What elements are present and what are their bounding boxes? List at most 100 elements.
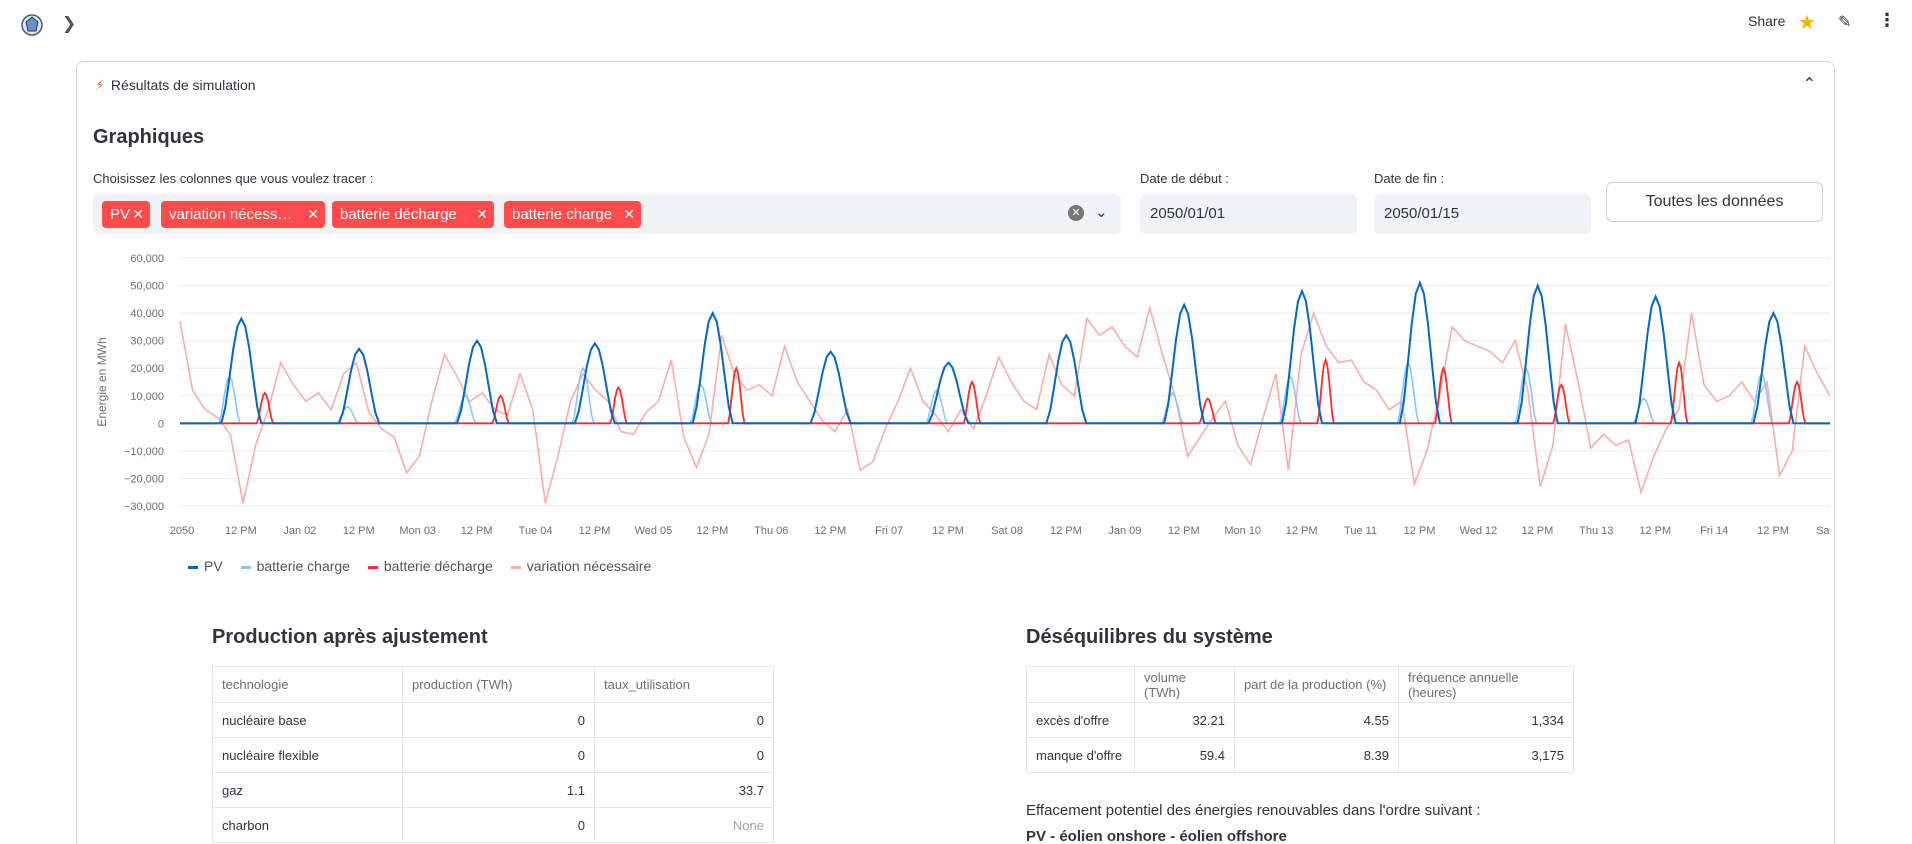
column-header[interactable]: volume (TWh) [1134, 666, 1235, 703]
x-tick-label: 12 PM [1286, 525, 1318, 537]
x-tick-label: Thu 13 [1579, 525, 1613, 537]
x-tick-label: Jan 02 [283, 525, 316, 537]
end-date-label: Date de fin : [1374, 171, 1445, 186]
expander-title: Résultats de simulation [110, 77, 256, 93]
end-date-input[interactable]: 2050/01/15 [1374, 194, 1591, 234]
x-tick-label: Jan 09 [1108, 525, 1141, 537]
x-tick-label: Wed 12 [1460, 525, 1498, 537]
star-icon[interactable]: ★ [1798, 10, 1816, 35]
remove-tag-icon[interactable]: ✕ [476, 201, 488, 228]
chevron-up-icon[interactable]: ⌃ [1803, 74, 1816, 94]
table-cell: 8.39 [1234, 737, 1399, 773]
table-cell: 59.4 [1134, 737, 1235, 773]
curtailment-note: Effacement potentiel des énergies renouv… [1026, 798, 1486, 844]
table-cell: charbon [212, 807, 403, 843]
tag-label: batterie décharge [340, 206, 457, 223]
table-cell: 4.55 [1234, 702, 1399, 738]
table-row: charbon 0 None [212, 807, 774, 843]
table-cell: nucléaire flexible [212, 737, 403, 773]
y-axis-label: Energie en MWh [95, 337, 109, 426]
table-row: nucléaire flexible 0 0 [212, 737, 774, 773]
all-data-button[interactable]: Toutes les données [1606, 182, 1823, 222]
x-tick-label: 2050 [170, 525, 194, 537]
x-tick-label: Mon 10 [1224, 525, 1261, 537]
series-line-variation [179, 304, 1830, 504]
share-button[interactable]: Share [1748, 13, 1785, 29]
legend-item-batterie-charge[interactable]: batterie charge [240, 558, 350, 574]
column-header[interactable]: technologie [212, 666, 403, 703]
x-tick-label: 12 PM [696, 525, 728, 537]
x-tick-label: 12 PM [343, 525, 375, 537]
series-line-batterie-charge [179, 360, 1830, 425]
note-text: Effacement potentiel des énergies renouv… [1026, 802, 1481, 819]
note-bold-text: PV - éolien onshore - éolien offshore [1026, 828, 1287, 844]
table-cell: manque d'offre [1026, 737, 1135, 773]
chevron-right-icon[interactable]: ❯ [62, 14, 76, 34]
app-logo-icon[interactable] [20, 13, 44, 37]
x-tick-label: 12 PM [461, 525, 493, 537]
table-cell: gaz [212, 772, 403, 808]
x-tick-label: Fri 07 [875, 525, 903, 537]
column-header[interactable] [1026, 666, 1135, 703]
more-vertical-icon[interactable]: ⋮ [1878, 10, 1896, 31]
clear-icon[interactable]: ✕ [1068, 205, 1084, 221]
expander-header[interactable]: ⚡︎ Résultats de simulation [95, 77, 256, 94]
column-header[interactable]: fréquence annuelle (heures) [1398, 666, 1574, 703]
x-tick-label: 12 PM [814, 525, 846, 537]
table-cell: 0 [402, 807, 595, 843]
table-cell: 1.1 [402, 772, 595, 808]
x-tick-label: Thu 06 [754, 525, 788, 537]
table-row: gaz 1.1 33.7 [212, 772, 774, 808]
y-tick-label: −30,000 [124, 501, 164, 513]
top-bar: ❯ Share ★ ✎ ⋮ [0, 0, 1912, 44]
pencil-icon[interactable]: ✎ [1838, 12, 1851, 32]
legend-item-batterie-decharge[interactable]: batterie décharge [367, 558, 493, 574]
production-table: technologie production (TWh) taux_utilis… [212, 666, 774, 843]
column-header[interactable]: part de la production (%) [1234, 666, 1399, 703]
table-row: nucléaire base 0 0 [212, 702, 774, 738]
table-row: manque d'offre 59.4 8.39 3,175 [1026, 737, 1574, 773]
y-tick-label: 0 [158, 418, 164, 430]
start-date-label: Date de début : [1140, 171, 1229, 186]
tag-label: variation nécess… [169, 206, 293, 223]
tag-pv[interactable]: PV ✕ [102, 201, 150, 228]
table-cell: excès d'offre [1026, 702, 1135, 738]
columns-label: Choisissez les colonnes que vous voulez … [93, 171, 374, 186]
y-tick-label: 60,000 [130, 253, 164, 265]
remove-tag-icon[interactable]: ✕ [132, 201, 144, 228]
table-cell: 33.7 [594, 772, 774, 808]
legend-item-variation[interactable]: variation nécessaire [510, 558, 651, 574]
remove-tag-icon[interactable]: ✕ [623, 201, 635, 228]
table-cell: 0 [594, 702, 774, 738]
start-date-input[interactable]: 2050/01/01 [1140, 194, 1357, 234]
tag-batterie-decharge[interactable]: batterie décharge ✕ [332, 201, 494, 228]
x-tick-label: 12 PM [1757, 525, 1789, 537]
legend-item-pv[interactable]: PV [188, 558, 223, 574]
tag-variation[interactable]: variation nécess… ✕ [161, 201, 325, 228]
x-tick-label: Fri 14 [1700, 525, 1728, 537]
x-tick-label: 12 PM [1639, 525, 1671, 537]
table-cell: 0 [402, 737, 595, 773]
column-header[interactable]: taux_utilisation [594, 666, 774, 703]
x-tick-label: 12 PM [1050, 525, 1082, 537]
column-header[interactable]: production (TWh) [402, 666, 595, 703]
table-cell: 1,334 [1398, 702, 1574, 738]
columns-multiselect[interactable]: PV ✕ variation nécess… ✕ batterie décharge… [93, 194, 1121, 234]
y-tick-label: 20,000 [130, 363, 164, 375]
table-row: excès d'offre 32.21 4.55 1,334 [1026, 702, 1574, 738]
imbalance-table: volume (TWh) part de la production (%) f… [1026, 666, 1574, 773]
y-tick-label: −10,000 [124, 446, 164, 458]
table-cell: None [594, 807, 774, 843]
tag-batterie-charge[interactable]: batterie charge ✕ [504, 201, 641, 228]
y-tick-label: 50,000 [130, 281, 164, 293]
imbalance-heading: Déséquilibres du système [1026, 626, 1273, 648]
table-cell: 3,175 [1398, 737, 1574, 773]
remove-tag-icon[interactable]: ✕ [307, 201, 319, 228]
x-tick-label: 12 PM [579, 525, 611, 537]
x-tick-label: Sat 15 [1816, 525, 1830, 537]
graphs-heading: Graphiques [93, 126, 205, 148]
tag-label: PV [110, 206, 131, 223]
chart-legend: PV batterie charge batterie décharge var… [188, 558, 665, 576]
chevron-down-icon[interactable]: ⌄ [1095, 203, 1108, 221]
table-cell: 0 [402, 702, 595, 738]
